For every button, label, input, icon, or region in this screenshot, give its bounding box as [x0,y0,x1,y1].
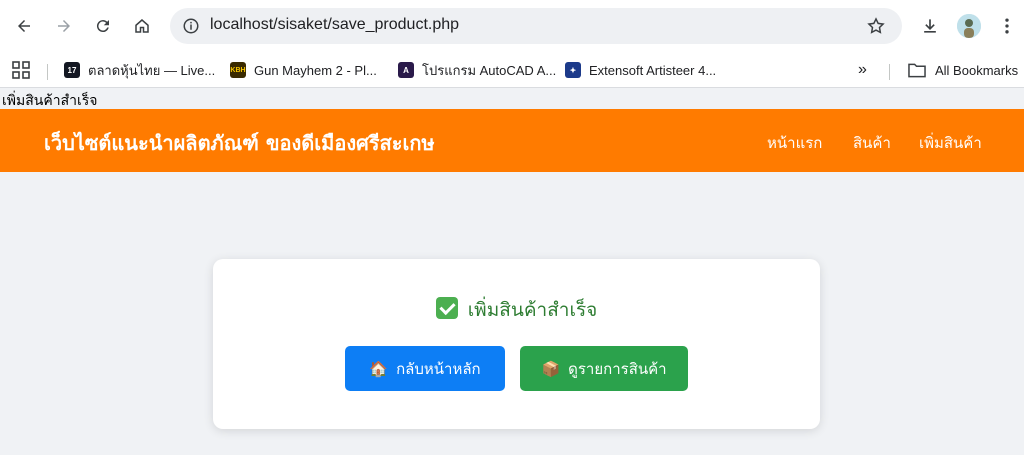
reload-icon [96,20,109,33]
arrow-right-icon [58,20,70,32]
download-button[interactable] [918,14,942,38]
check-mark-icon [435,297,458,319]
url-text: localhost/sisaket/save_product.php [210,16,460,33]
menu-button[interactable] [995,14,1019,38]
house-icon: 🏠 [369,359,389,378]
apps-button[interactable] [12,58,30,82]
address-bar[interactable]: localhost/sisaket/save_product.php [170,8,902,44]
folder-icon [908,63,926,77]
site-title: เว็บไซต์แนะนำผลิตภัณฑ์ ของดีเมืองศรีสะเก… [44,131,435,155]
nav-link-products[interactable]: สินค้า [853,131,891,155]
all-bookmarks-label: All Bookmarks [935,62,1019,78]
bookmark-item[interactable]: A โปรแกรม AutoCAD A... [398,58,556,82]
success-card: เพิ่มสินค้าสำเร็จ 🏠 กลับหน้าหลัก 📦 ดูราย… [213,259,820,429]
bookmark-label: โปรแกรม AutoCAD A... [422,62,557,78]
bookmark-item[interactable]: ✦ Extensoft Artisteer 4... [565,58,716,82]
site-header: เว็บไซต์แนะนำผลิตภัณฑ์ ของดีเมืองศรีสะเก… [0,109,1024,172]
apps-grid-icon [12,61,30,79]
info-icon[interactable] [182,17,200,35]
bookmarks-bar: 17 ตลาดหุ้นไทย — Live... KBH Gun Mayhem … [0,52,1024,88]
bookmark-label: Gun Mayhem 2 - Pl... [254,62,377,78]
bookmark-label: ตลาดหุ้นไทย — Live... [88,62,216,78]
bookmark-label: Extensoft Artisteer 4... [589,62,717,78]
nav-link-add-product[interactable]: เพิ่มสินค้า [919,131,982,155]
bookmarks-divider [47,64,48,80]
all-bookmarks-button[interactable]: All Bookmarks [907,58,1018,82]
back-home-label: กลับหน้าหลัก [396,359,481,378]
forward-button[interactable] [52,14,76,38]
nav-link-home[interactable]: หน้าแรก [767,131,822,155]
arrow-left-icon [18,20,30,32]
bookmark-item[interactable]: 17 ตลาดหุ้นไทย — Live... [64,58,215,82]
success-message: เพิ่มสินค้าสำเร็จ [213,295,820,325]
artisteer-favicon-icon: ✦ [565,62,581,78]
more-vert-icon [1005,18,1009,34]
home-button[interactable] [130,14,154,38]
star-icon[interactable] [866,16,886,36]
profile-avatar[interactable] [957,14,981,38]
bookmarks-overflow-button[interactable]: » [858,58,867,82]
view-products-button[interactable]: 📦 ดูรายการสินค้า [520,346,688,391]
autocad-favicon-icon: A [398,62,414,78]
bookmarks-divider [889,64,890,80]
bookmark-item[interactable]: KBH Gun Mayhem 2 - Pl... [230,58,377,82]
home-icon [135,19,149,33]
kbh-favicon-icon: KBH [230,62,246,78]
back-button[interactable] [12,14,36,38]
back-home-button[interactable]: 🏠 กลับหน้าหลัก [345,346,505,391]
browser-toolbar: localhost/sisaket/save_product.php [0,0,1024,52]
view-products-label: ดูรายการสินค้า [568,359,667,378]
reload-button[interactable] [91,14,115,38]
download-icon [924,19,936,33]
success-text: เพิ่มสินค้าสำเร็จ [467,299,598,321]
avatar-icon [957,14,981,38]
tv-favicon-icon: 17 [64,62,80,78]
package-icon: 📦 [541,359,561,378]
